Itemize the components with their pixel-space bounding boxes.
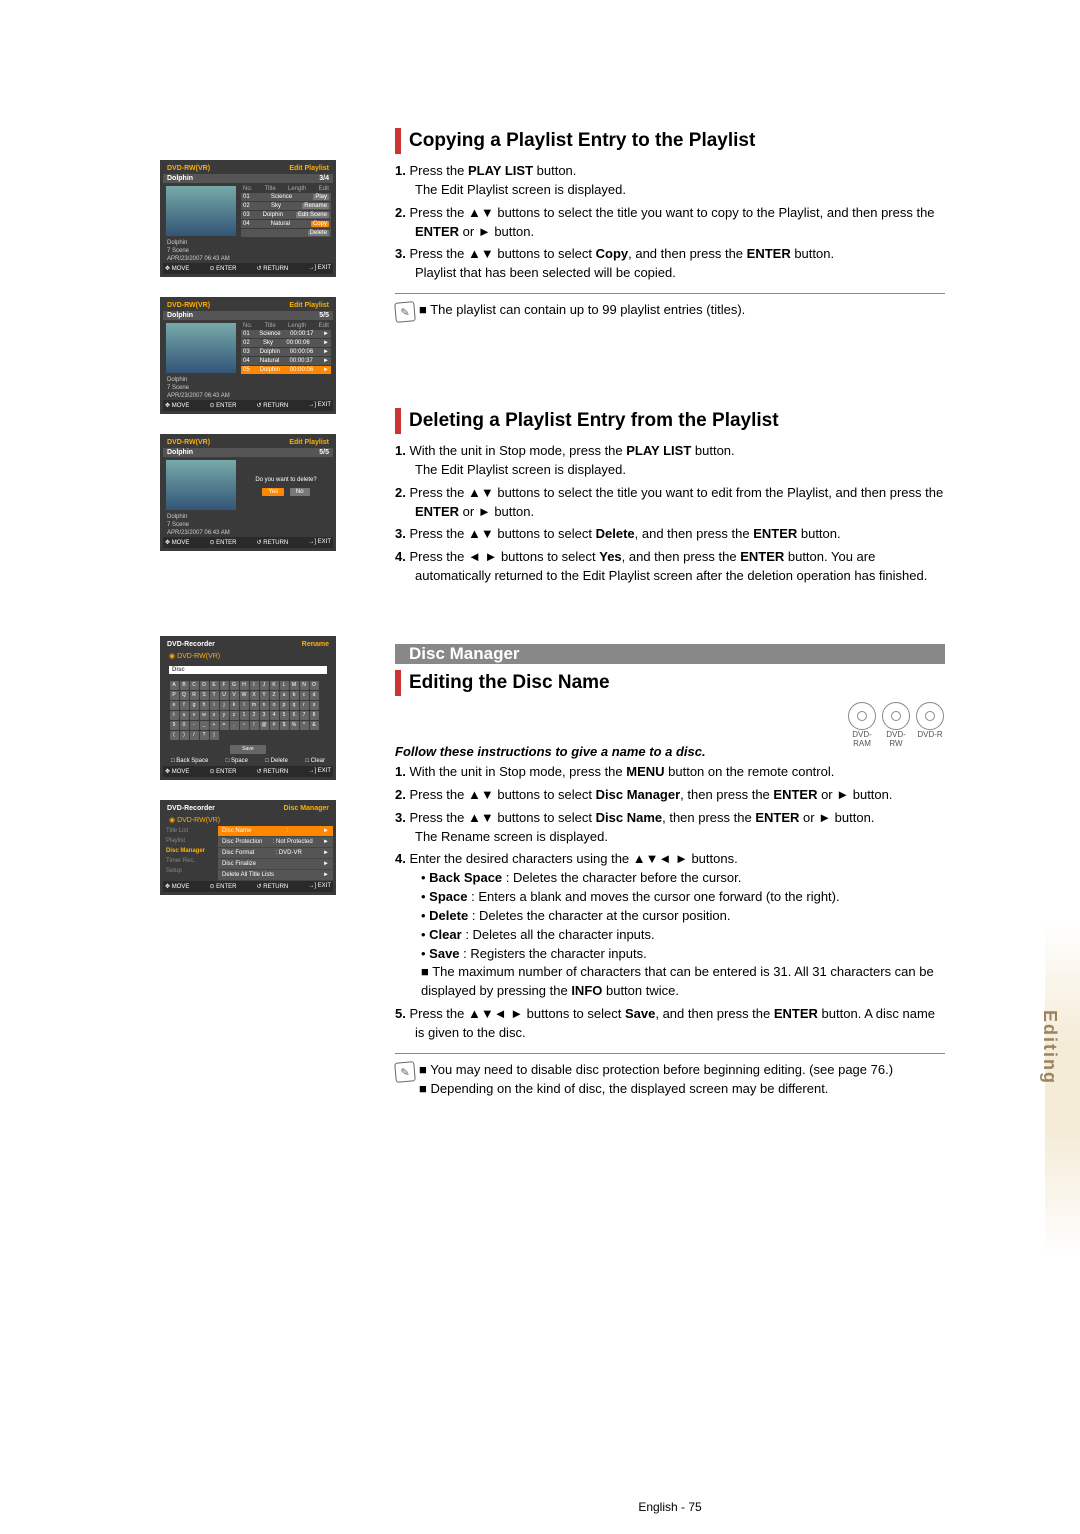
- heading-copying: Copying a Playlist Entry to the Playlist: [395, 128, 945, 154]
- banner-disc-manager: Disc Manager: [395, 644, 945, 664]
- disc-compat-icons: DVD-RAM DVD-RW DVD-R: [847, 702, 945, 738]
- osd-rename-keyboard: DVD-RecorderRename ◉ DVD-RW(VR) Disc ABC…: [160, 636, 336, 780]
- note-icon: ✎: [394, 1061, 416, 1083]
- osd2-thumbnail: [166, 323, 236, 373]
- heading-editing-disc-name: Editing the Disc Name: [395, 670, 945, 696]
- side-tab-editing: Editing: [1039, 1010, 1060, 1085]
- delete-prompt: Do you want to delete?: [241, 477, 331, 483]
- osd-playlist-list: DVD-RW(VR)Edit Playlist Dolphin5/5 Dolph…: [160, 297, 336, 414]
- steps-deleting: 1. With the unit in Stop mode, press the…: [395, 442, 945, 586]
- osd1-mode: Edit Playlist: [289, 165, 329, 172]
- steps-editing: 1. With the unit in Stop mode, press the…: [395, 763, 945, 1043]
- yes-button[interactable]: Yes: [262, 488, 284, 496]
- steps-copying: 1. Press the PLAY LIST button.The Edit P…: [395, 162, 945, 283]
- osd-delete-confirm: DVD-RW(VR)Edit Playlist Dolphin5/5 Dolph…: [160, 434, 336, 551]
- osd1-thumbnail: [166, 186, 236, 236]
- osd-copy-playlist: DVD-RW(VR)Edit Playlist Dolphin3/4 Dolph…: [160, 160, 336, 277]
- note-icon: ✎: [394, 301, 416, 323]
- osd-disc-manager: DVD-RecorderDisc Manager ◉ DVD-RW(VR) Ti…: [160, 800, 336, 895]
- disc-icon: [916, 702, 944, 730]
- disc-icon: [882, 702, 910, 730]
- no-button[interactable]: No: [290, 488, 310, 496]
- heading-deleting: Deleting a Playlist Entry from the Playl…: [395, 408, 945, 434]
- osd3-thumbnail: [166, 460, 236, 510]
- note-copying: ✎ ■ The playlist can contain up to 99 pl…: [395, 293, 945, 322]
- save-key[interactable]: Save: [230, 745, 266, 754]
- osd1-device: DVD-RW(VR): [167, 165, 210, 172]
- disc-icon: [848, 702, 876, 730]
- keyboard-grid: ABCDEFGHIJKLMNOP QRSTUVWXYZabcdef ghijkl…: [163, 678, 333, 742]
- note-editing: ✎ ■ You may need to disable disc protect…: [395, 1053, 945, 1100]
- page-number: English - 75: [395, 1500, 945, 1514]
